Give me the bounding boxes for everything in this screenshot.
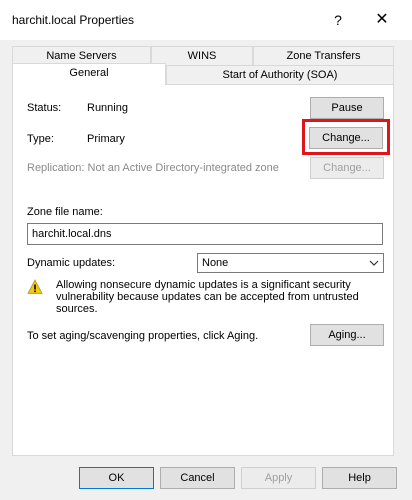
type-label: Type: (27, 133, 54, 145)
close-icon[interactable]: ✕ (370, 8, 394, 32)
ok-button[interactable]: OK (79, 467, 154, 489)
help-button[interactable]: Help (322, 467, 397, 489)
title-bar: harchit.local Properties ? ✕ (0, 0, 412, 40)
type-value: Primary (87, 133, 125, 145)
warning-icon (27, 279, 43, 295)
change-type-button[interactable]: Change... (309, 127, 383, 149)
change-replication-button[interactable]: Change... (310, 157, 384, 179)
tab-soa[interactable]: Start of Authority (SOA) (166, 65, 394, 85)
status-value: Running (87, 102, 128, 114)
window-title: harchit.local Properties (12, 13, 135, 27)
tab-wins[interactable]: WINS (151, 46, 253, 66)
pause-button[interactable]: Pause (310, 97, 384, 119)
help-icon[interactable]: ? (326, 8, 350, 32)
dynamic-updates-value: None (202, 257, 229, 269)
cancel-button[interactable]: Cancel (160, 467, 235, 489)
status-label: Status: (27, 102, 62, 114)
zone-file-input[interactable]: harchit.local.dns (27, 223, 383, 245)
warning-text: Allowing nonsecure dynamic updates is a … (56, 279, 359, 315)
aging-text: To set aging/scavenging properties, clic… (27, 330, 259, 342)
apply-button[interactable]: Apply (241, 467, 316, 489)
replication-text: Replication: Not an Active Directory-int… (27, 162, 279, 174)
tab-zone-transfers[interactable]: Zone Transfers (253, 46, 394, 66)
dynamic-updates-label: Dynamic updates: (27, 257, 116, 269)
dynamic-updates-select[interactable]: None (197, 253, 384, 273)
aging-button[interactable]: Aging... (310, 324, 384, 346)
tab-general[interactable]: General (12, 63, 166, 85)
chevron-down-icon (369, 254, 379, 279)
zone-file-label: Zone file name: (27, 206, 103, 218)
